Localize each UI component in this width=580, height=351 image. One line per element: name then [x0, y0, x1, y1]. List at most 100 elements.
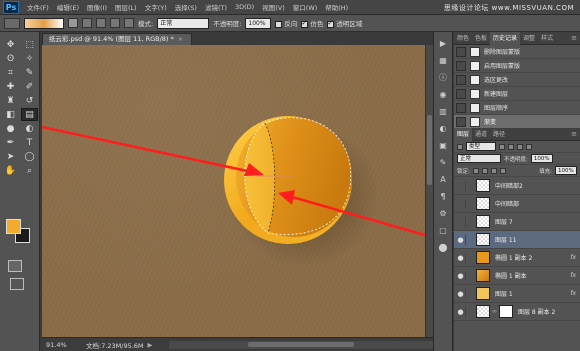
character-icon[interactable]: A	[436, 173, 450, 185]
layer-row[interactable]: ● 图层 1 fx	[454, 285, 580, 303]
visibility-toggle[interactable]	[456, 216, 466, 227]
dither-checkbox[interactable]: 仿色	[301, 18, 323, 28]
ellipse-tool-icon[interactable]: ◯	[21, 150, 38, 163]
actions-icon[interactable]: ⬤	[436, 241, 450, 253]
linear-gradient-icon[interactable]	[68, 18, 78, 28]
marquee-tool-icon[interactable]: ⬚	[21, 38, 38, 51]
vertical-scroll-thumb[interactable]	[427, 115, 432, 185]
brush-tool-icon[interactable]: ✐	[21, 80, 38, 93]
tab-layers[interactable]: 图层	[454, 127, 473, 141]
zoom-tool-icon[interactable]: ⌕	[21, 164, 38, 177]
swatches-icon[interactable]: ▥	[436, 105, 450, 117]
layer-filter-select[interactable]: 类型	[466, 142, 496, 151]
transparency-checkbox[interactable]: 透明区域	[327, 18, 362, 28]
history-source-box[interactable]	[456, 60, 466, 71]
pen-tool-icon[interactable]: ✒	[2, 136, 19, 149]
reverse-checkbox[interactable]: 反向	[275, 18, 297, 28]
menu-edit[interactable]: 编辑(E)	[53, 2, 83, 12]
menu-filter[interactable]: 滤镜(T)	[201, 2, 231, 12]
lasso-tool-icon[interactable]: ʘ	[2, 52, 19, 65]
history-source-box[interactable]	[456, 116, 466, 127]
layer-row[interactable]: 中间暗部2	[454, 177, 580, 195]
menu-file[interactable]: 文件(F)	[23, 2, 53, 12]
document-tab[interactable]: 纸云彩.psd @ 91.4% (图层 11, RGB/8) * ×	[42, 33, 192, 45]
lock-image-icon[interactable]	[481, 167, 488, 174]
history-item[interactable]: 新建图层	[454, 87, 580, 101]
eye-icon[interactable]: ●	[456, 270, 466, 281]
close-icon[interactable]: ×	[178, 35, 183, 43]
tab-color[interactable]: 颜色	[454, 32, 472, 45]
layer-row[interactable]: 图层 7	[454, 213, 580, 231]
menu-select[interactable]: 选择(S)	[171, 2, 201, 12]
blur-tool-icon[interactable]: ●	[2, 122, 19, 135]
paragraph-icon[interactable]: ¶	[436, 190, 450, 202]
blend-mode-select[interactable]: 正常	[457, 154, 501, 163]
path-selection-tool-icon[interactable]: ➤	[2, 150, 19, 163]
fx-icon[interactable]: fx	[570, 290, 576, 297]
radial-gradient-icon[interactable]	[82, 18, 92, 28]
tool-preset-picker[interactable]	[4, 17, 20, 29]
lock-all-icon[interactable]	[499, 167, 506, 174]
visibility-toggle[interactable]	[456, 198, 466, 209]
menu-type[interactable]: 文字(Y)	[141, 2, 171, 12]
reflected-gradient-icon[interactable]	[110, 18, 120, 28]
color-swatches[interactable]	[6, 219, 34, 247]
menu-window[interactable]: 窗口(W)	[289, 2, 322, 12]
layer-comps-icon[interactable]: ▢	[436, 224, 450, 236]
history-item[interactable]: 图层顺序	[454, 101, 580, 115]
eyedropper-tool-icon[interactable]: ✎	[21, 66, 38, 79]
filter-type-icon[interactable]	[517, 143, 523, 150]
history-source-box[interactable]	[456, 102, 466, 113]
adjustments-icon[interactable]: ◐	[436, 122, 450, 134]
eye-icon[interactable]: ●	[456, 234, 466, 245]
mode-select[interactable]: 正常	[157, 17, 210, 29]
layer-mask-thumbnail[interactable]	[499, 305, 513, 318]
eraser-tool-icon[interactable]: ◧	[2, 108, 19, 121]
tab-channels[interactable]: 通道	[472, 128, 490, 141]
gradient-picker[interactable]	[24, 17, 64, 29]
visibility-toggle[interactable]	[456, 180, 466, 191]
menu-layer[interactable]: 图层(L)	[111, 2, 141, 12]
history-brush-tool-icon[interactable]: ↺	[21, 94, 38, 107]
history-item[interactable]: 选区更改	[454, 73, 580, 87]
status-menu-arrow-icon[interactable]: ▶	[148, 341, 153, 349]
history-item[interactable]: 删除图层蒙版	[454, 45, 580, 59]
diamond-gradient-icon[interactable]	[124, 18, 134, 28]
type-tool-icon[interactable]: T	[21, 136, 38, 149]
horizontal-scrollbar[interactable]	[168, 340, 433, 349]
tab-swatches[interactable]: 色板	[472, 32, 490, 45]
layer-row[interactable]: 中间暗部	[454, 195, 580, 213]
vertical-scrollbar[interactable]	[425, 45, 433, 337]
history-item[interactable]: 启用图层蒙版	[454, 59, 580, 73]
filter-shape-icon[interactable]	[526, 143, 532, 150]
clone-stamp-tool-icon[interactable]: ♜	[2, 94, 19, 107]
layers-panel-menu-icon[interactable]: ≡	[571, 130, 577, 138]
lock-position-icon[interactable]	[490, 167, 497, 174]
panel-menu-icon[interactable]: ≡	[571, 34, 577, 42]
brush-panel-icon[interactable]: ✎	[436, 156, 450, 168]
menu-3d[interactable]: 3D(D)	[231, 3, 258, 11]
fx-icon[interactable]: fx	[570, 272, 576, 279]
hand-tool-icon[interactable]: ✋	[2, 164, 19, 177]
tab-styles[interactable]: 样式	[538, 32, 556, 45]
menu-view[interactable]: 视图(V)	[258, 2, 289, 12]
eye-icon[interactable]: ●	[456, 306, 466, 317]
opacity-input[interactable]: 100%	[245, 17, 272, 29]
layer-opacity-input[interactable]: 100%	[530, 154, 553, 163]
tool-presets-icon[interactable]: ⚙	[436, 207, 450, 219]
canvas-area[interactable]	[42, 45, 425, 337]
layer-row-active[interactable]: ● 图层 11	[454, 231, 580, 249]
angle-gradient-icon[interactable]	[96, 18, 106, 28]
layer-row[interactable]: ● 椭圆 1 副本 2 fx	[454, 249, 580, 267]
layer-row[interactable]: ● ∞ 图层 8 副本 2	[454, 303, 580, 321]
tab-paths[interactable]: 路径	[490, 128, 508, 141]
info-icon[interactable]: ⓘ	[436, 71, 450, 83]
fx-icon[interactable]: fx	[570, 254, 576, 261]
fill-input[interactable]: 100%	[555, 166, 577, 175]
magic-wand-tool-icon[interactable]: ✧	[21, 52, 38, 65]
quick-mask-icon[interactable]	[8, 260, 22, 272]
tab-adjustments[interactable]: 调整	[520, 32, 538, 45]
history-source-box[interactable]	[456, 74, 466, 85]
crop-tool-icon[interactable]: ⌗	[2, 66, 19, 79]
menu-image[interactable]: 图像(I)	[83, 2, 111, 12]
